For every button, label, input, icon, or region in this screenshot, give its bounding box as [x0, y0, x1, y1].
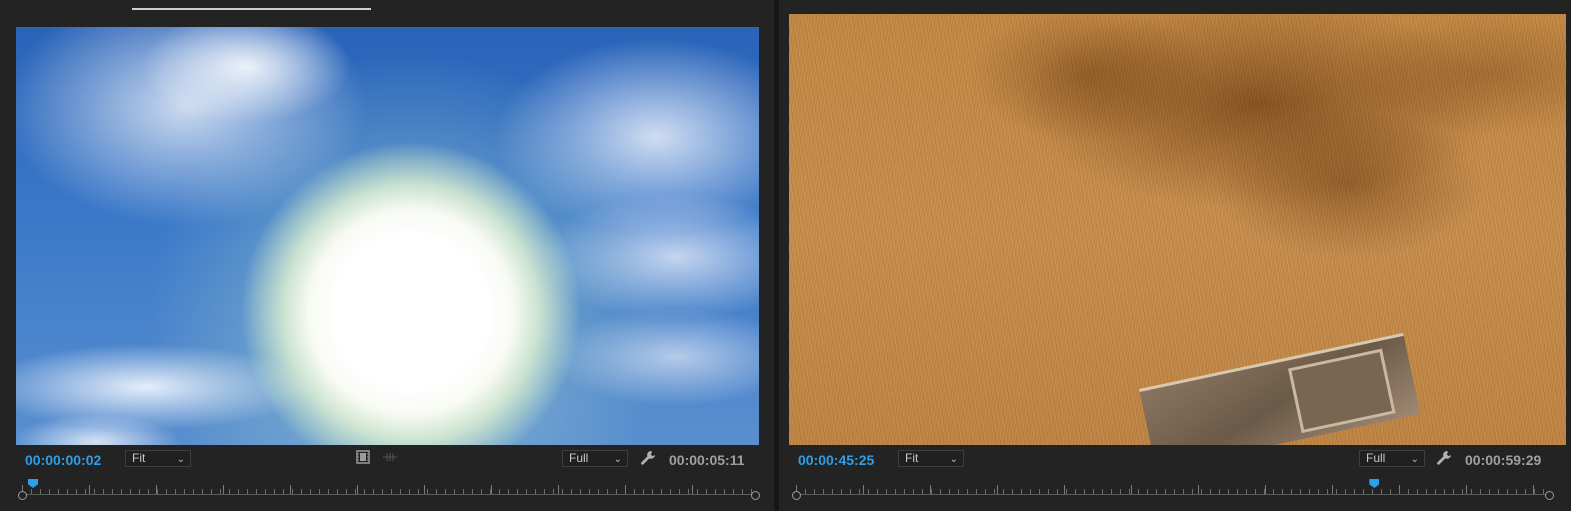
in-point-handle[interactable] — [18, 491, 27, 500]
wrench-icon[interactable] — [640, 450, 656, 466]
chevron-down-icon: ⌄ — [613, 454, 622, 465]
chevron-down-icon: ⌄ — [949, 454, 958, 465]
program-monitor-panel: 00:00:45:25 Fit ⌄ Full ⌄ 00:00:59:29 — [779, 0, 1571, 511]
source-timeline-ruler[interactable] — [18, 479, 760, 506]
program-zoom-value: Fit — [905, 451, 919, 465]
source-resolution-dropdown[interactable]: Full ⌄ — [562, 450, 628, 467]
source-video-frame[interactable] — [16, 27, 759, 445]
chevron-down-icon: ⌄ — [1410, 454, 1419, 465]
film-strip-icon[interactable] — [356, 450, 372, 466]
source-current-timecode[interactable]: 00:00:00:02 — [25, 452, 101, 468]
source-monitor-panel: 00:00:00:02 Fit ⌄ Full ⌄ 00:00:05:11 — [0, 0, 774, 511]
program-resolution-dropdown[interactable]: Full ⌄ — [1359, 450, 1425, 467]
out-point-handle[interactable] — [1545, 491, 1554, 500]
program-video-frame[interactable] — [789, 14, 1566, 445]
source-duration: 00:00:05:11 — [669, 452, 745, 468]
insert-markers-icon[interactable] — [382, 450, 398, 466]
source-resolution-value: Full — [569, 451, 589, 465]
active-tab-indicator — [132, 8, 371, 10]
out-point-handle[interactable] — [751, 491, 760, 500]
ruler-line — [22, 494, 756, 495]
ruler-major-ticks — [22, 485, 756, 494]
program-current-timecode[interactable]: 00:00:45:25 — [798, 452, 874, 468]
ruler-major-ticks — [796, 485, 1550, 494]
program-zoom-dropdown[interactable]: Fit ⌄ — [898, 450, 964, 467]
ruler-line — [796, 494, 1550, 495]
wrench-icon[interactable] — [1436, 450, 1452, 466]
chevron-down-icon: ⌄ — [176, 454, 185, 465]
sun-glow-image — [16, 27, 759, 445]
program-duration: 00:00:59:29 — [1465, 452, 1542, 468]
source-zoom-value: Fit — [132, 451, 146, 465]
in-point-handle[interactable] — [792, 491, 801, 500]
video-editor-monitors: 00:00:00:02 Fit ⌄ Full ⌄ 00:00:05:11 00:… — [0, 0, 1571, 511]
program-timeline-ruler[interactable] — [792, 479, 1554, 506]
program-resolution-value: Full — [1366, 451, 1386, 465]
source-zoom-dropdown[interactable]: Fit ⌄ — [125, 450, 191, 467]
